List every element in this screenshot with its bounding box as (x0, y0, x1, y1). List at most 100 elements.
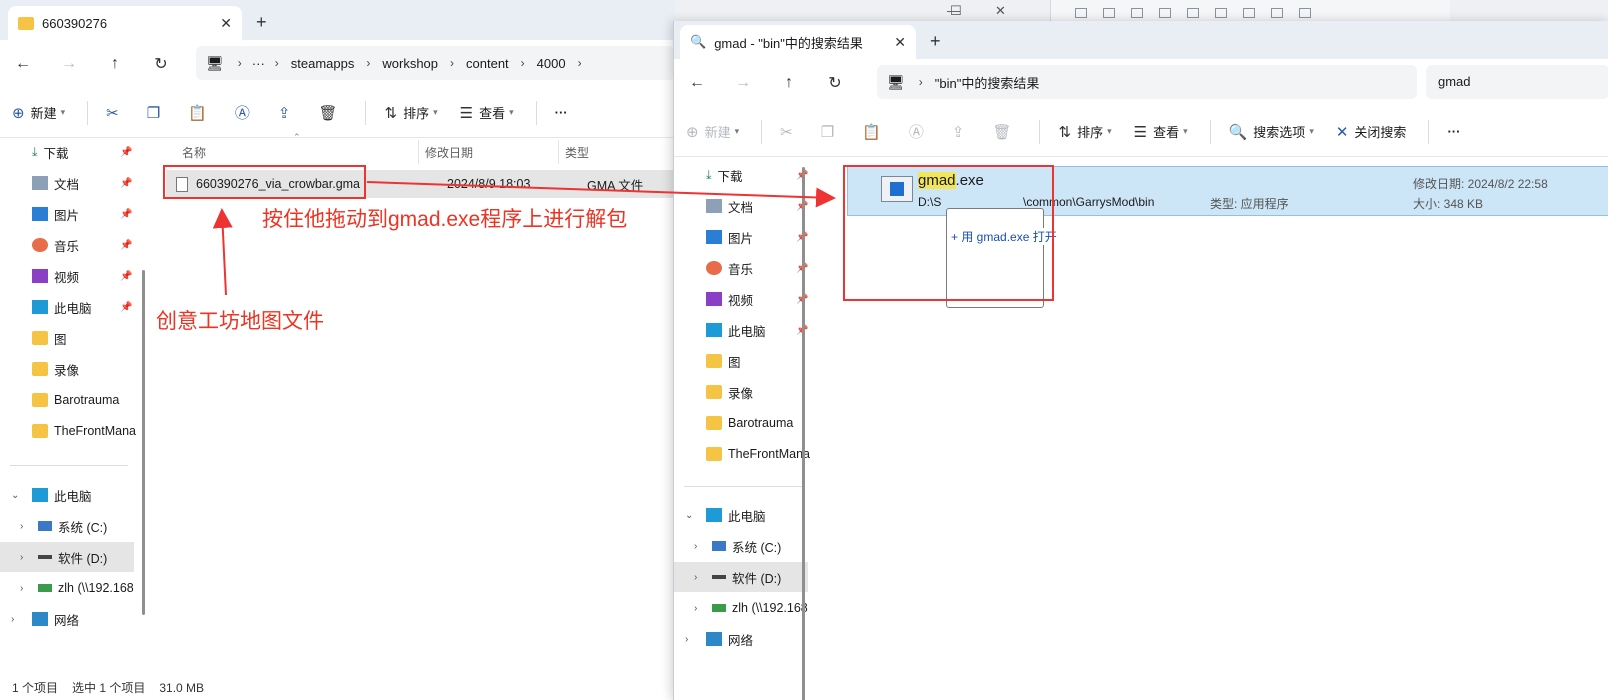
close-tab-icon[interactable]: ✕ (894, 34, 906, 51)
quick-access-downloads[interactable]: ⤓ 下载 (32, 137, 69, 167)
back-button[interactable]: ← (674, 74, 720, 92)
chevron-right-icon[interactable]: › (20, 552, 23, 563)
chevron-right-icon[interactable]: › (20, 583, 23, 594)
chevron-right-icon[interactable]: › (685, 634, 688, 645)
rename-button[interactable]: Ⓐ (909, 121, 930, 142)
more-button[interactable]: ··· (555, 105, 568, 120)
quick-access-folder[interactable]: 图 (32, 323, 67, 353)
quick-access-folder[interactable]: 录像 (706, 377, 753, 407)
chevron-right-icon[interactable]: › (11, 614, 14, 625)
quick-access-pictures[interactable]: 图片 (32, 199, 79, 229)
up-button[interactable]: ↑ (92, 55, 138, 73)
close-tab-icon[interactable]: ✕ (220, 15, 232, 32)
breadcrumb[interactable]: 🖥 › ··· › steamapps › workshop › content… (196, 46, 675, 80)
up-button[interactable]: ↑ (766, 74, 812, 92)
chevron-right-icon[interactable]: › (20, 521, 23, 532)
tree-drive-d[interactable]: 软件 (D:) (38, 542, 107, 572)
quick-access-folder[interactable]: 录像 (32, 354, 79, 384)
left-explorer-window: 660390276 ✕ + ← → ↑ ↻ 🖥 › ··· › steamapp… (0, 0, 675, 700)
copy-button[interactable]: ❐ (821, 123, 840, 141)
tree-network-drive[interactable]: zlh (\\192.168 (38, 573, 134, 603)
background-restore-button[interactable]: ☐ (950, 3, 962, 19)
new-button[interactable]: ⊕ 新建 ▾ (12, 103, 65, 122)
tree-drive-c[interactable]: 系统 (C:) (38, 511, 107, 541)
new-button[interactable]: ⊕ 新建 ▾ (686, 122, 739, 141)
breadcrumb-item[interactable]: content (466, 56, 509, 71)
chevron-right-icon[interactable]: › (694, 572, 697, 583)
nav-scrollbar[interactable] (802, 167, 805, 700)
paste-button[interactable]: 📋 (188, 104, 213, 122)
breadcrumb-item[interactable]: "bin"中的搜索结果 (935, 73, 1040, 92)
tree-this-pc[interactable]: 此电脑 (706, 500, 766, 530)
quick-access-videos[interactable]: 视频 (32, 261, 79, 291)
tab-search-results[interactable]: 🔍 gmad - "bin"中的搜索结果 ✕ (680, 25, 916, 59)
rename-button[interactable]: Ⓐ (235, 102, 256, 123)
tree-drive-d[interactable]: 软件 (D:) (712, 562, 781, 592)
chevron-right-icon[interactable]: › (694, 541, 697, 552)
new-tab-button[interactable]: + (256, 12, 267, 33)
forward-button[interactable]: → (46, 55, 92, 73)
search-input[interactable]: gmad (1426, 65, 1608, 99)
quick-access-documents[interactable]: 文档 (32, 168, 79, 198)
column-divider[interactable] (558, 140, 559, 164)
sort-button[interactable]: ⇅ 排序 ▾ (384, 103, 437, 122)
delete-button[interactable]: 🗑 (318, 104, 343, 122)
tab-660390276[interactable]: 660390276 ✕ (8, 6, 242, 40)
quick-access-music[interactable]: 音乐 (32, 230, 79, 260)
chevron-down-icon[interactable]: ⌄ (685, 510, 693, 521)
close-search-button[interactable]: ✕ 关闭搜索 (1336, 122, 1407, 141)
quick-access-videos[interactable]: 视频 (706, 284, 753, 314)
column-divider[interactable] (418, 140, 419, 164)
clipboard-icon: 📋 (188, 104, 207, 122)
quick-access-this-pc[interactable]: 此电脑 (706, 315, 766, 345)
column-name[interactable]: 名称 (182, 140, 206, 164)
share-button[interactable]: ⇪ (952, 123, 971, 141)
copy-button[interactable]: ❐ (147, 104, 166, 122)
drive-icon (38, 555, 52, 559)
cut-button[interactable]: ✂ (780, 123, 799, 141)
quick-access-folder[interactable]: Barotrauma (706, 408, 793, 438)
search-options-button[interactable]: 🔍 搜索选项 ▾ (1229, 122, 1314, 141)
tree-network[interactable]: 网络 (32, 604, 79, 634)
sort-button[interactable]: ⇅ 排序 ▾ (1058, 122, 1111, 141)
breadcrumb[interactable]: 🖥 › "bin"中的搜索结果 (877, 65, 1417, 99)
quick-access-this-pc[interactable]: 此电脑 (32, 292, 92, 322)
cut-button[interactable]: ✂ (106, 104, 125, 122)
back-button[interactable]: ← (0, 55, 46, 73)
column-type[interactable]: 类型 (565, 140, 589, 164)
tree-network[interactable]: 网络 (706, 624, 753, 654)
forward-button[interactable]: → (720, 74, 766, 92)
paste-button[interactable]: 📋 (862, 123, 887, 141)
quick-access-folder[interactable]: Barotrauma (32, 385, 119, 415)
quick-access-music[interactable]: 音乐 (706, 253, 753, 283)
breadcrumb-item[interactable]: steamapps (291, 56, 355, 71)
view-button[interactable]: ☰ 查看 ▾ (460, 103, 514, 122)
chevron-right-icon[interactable]: › (694, 603, 697, 614)
quick-access-folder[interactable]: TheFrontMana (32, 416, 136, 446)
quick-access-downloads[interactable]: ⤓ 下载 (706, 160, 743, 190)
quick-access-pictures[interactable]: 图片 (706, 222, 753, 252)
breadcrumb-item[interactable]: 4000 (537, 56, 566, 71)
quick-access-documents[interactable]: 文档 (706, 191, 753, 221)
nav-scrollbar[interactable] (142, 270, 145, 615)
chevron-right-icon: › (520, 56, 525, 70)
breadcrumb-item[interactable]: workshop (382, 56, 438, 71)
tree-drive-c[interactable]: 系统 (C:) (712, 531, 781, 561)
chevron-down-icon[interactable]: ⌄ (11, 490, 19, 501)
view-button[interactable]: ☰ 查看 ▾ (1134, 122, 1188, 141)
nav-label: 系统 (C:) (732, 540, 782, 555)
new-tab-button[interactable]: + (930, 31, 941, 52)
column-date[interactable]: 修改日期 (425, 140, 473, 164)
tree-network-drive[interactable]: zlh (\\192.168 (712, 593, 808, 623)
more-button[interactable]: ··· (1447, 124, 1460, 139)
background-close-button[interactable]: ✕ (995, 3, 1006, 19)
share-button[interactable]: ⇪ (278, 104, 297, 122)
delete-button[interactable]: 🗑 (992, 123, 1017, 141)
tree-this-pc[interactable]: 此电脑 (32, 480, 92, 510)
quick-access-folder[interactable]: 图 (706, 346, 741, 376)
refresh-button[interactable]: ↻ (812, 73, 858, 93)
quick-access-folder[interactable]: TheFrontMana (706, 439, 810, 469)
chevron-down-icon: ▾ (509, 107, 514, 117)
refresh-button[interactable]: ↻ (138, 54, 184, 74)
breadcrumb-overflow[interactable]: ··· (252, 56, 265, 71)
